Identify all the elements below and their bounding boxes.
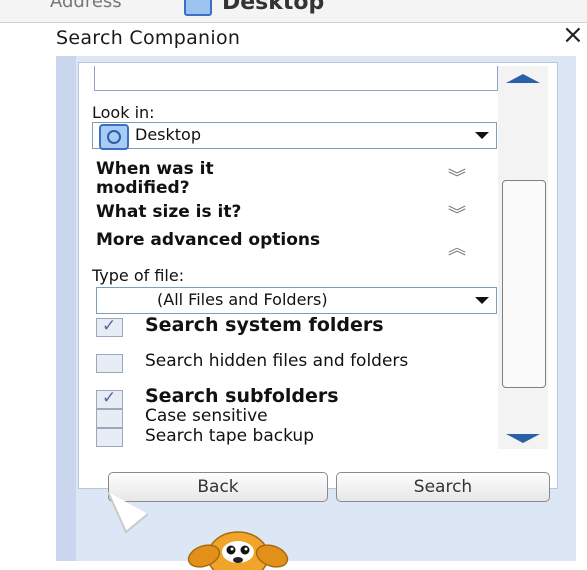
search-button[interactable]: Search: [336, 472, 550, 502]
desktop-icon: [184, 0, 212, 16]
type-of-file-label: Type of file:: [92, 266, 185, 285]
checkbox-search-hidden-files[interactable]: [96, 354, 123, 373]
option-search-subfolders: Search subfolders: [145, 385, 339, 407]
speech-bubble-tail: [108, 492, 148, 534]
dropdown-arrow-icon[interactable]: [475, 297, 489, 304]
checkbox-case-sensitive[interactable]: [96, 409, 123, 428]
scroll-thumb[interactable]: [502, 180, 546, 388]
close-icon[interactable]: ×: [562, 22, 584, 48]
dropdown-arrow-icon[interactable]: [475, 132, 489, 139]
type-of-file-dropdown[interactable]: (All Files and Folders): [96, 287, 497, 314]
section-what-size[interactable]: What size is it?: [96, 203, 241, 222]
look-in-value: Desktop: [135, 125, 201, 144]
double-chevron-down-icon[interactable]: ︾: [448, 164, 466, 190]
option-search-hidden-files: Search hidden files and folders: [145, 351, 409, 371]
look-in-dropdown[interactable]: Desktop: [92, 122, 497, 150]
address-label: Address: [50, 0, 122, 12]
address-value[interactable]: Desktop: [222, 0, 324, 15]
double-chevron-down-icon[interactable]: ︾: [448, 201, 466, 227]
double-chevron-up-icon[interactable]: ︽: [448, 234, 466, 260]
type-of-file-value: (All Files and Folders): [157, 290, 328, 309]
search-text-field[interactable]: [94, 66, 498, 91]
option-case-sensitive: Case sensitive: [145, 406, 268, 426]
section-when-modified[interactable]: When was it modified?: [96, 160, 306, 198]
dog-assistant-icon[interactable]: [182, 522, 292, 570]
option-search-tape-backup: Search tape backup: [145, 426, 314, 446]
scroll-down-arrow-icon[interactable]: [506, 434, 540, 443]
checkbox-search-system-folders[interactable]: [96, 316, 123, 337]
scrollbar[interactable]: [498, 66, 548, 449]
address-bar: Address Desktop: [0, 0, 587, 23]
pane-title: Search Companion: [56, 27, 241, 49]
checkbox-search-tape-backup[interactable]: [96, 428, 123, 447]
option-search-system-folders: Search system folders: [145, 314, 384, 336]
look-in-label: Look in:: [92, 103, 155, 122]
checkbox-search-subfolders[interactable]: [96, 388, 123, 409]
section-advanced-options[interactable]: More advanced options: [96, 231, 356, 250]
scroll-up-arrow-icon[interactable]: [506, 74, 540, 83]
pane-left-strip: [56, 56, 76, 561]
desktop-icon: [99, 124, 129, 150]
